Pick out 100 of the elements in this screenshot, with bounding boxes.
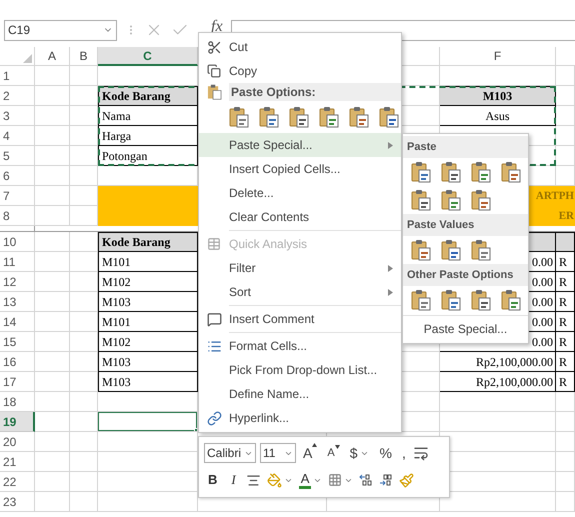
row-header[interactable]: 5 xyxy=(0,146,35,166)
shrink-font-button[interactable]: A xyxy=(324,444,343,462)
clipboard-icon[interactable] xyxy=(411,289,431,311)
row-header[interactable]: 4 xyxy=(0,126,35,146)
grid-cell xyxy=(35,472,70,492)
grid-cell xyxy=(35,232,70,252)
clipboard-icon[interactable] xyxy=(441,239,461,261)
grid-cell xyxy=(35,412,70,432)
increase-decimal-icon[interactable] xyxy=(359,474,374,486)
table-cell: R xyxy=(556,292,575,312)
menu-item[interactable]: Paste Special... xyxy=(199,133,401,157)
name-box[interactable]: C19 xyxy=(4,20,117,40)
font-color-button[interactable]: A xyxy=(298,472,312,488)
clipboard-icon[interactable] xyxy=(411,239,431,261)
row-header[interactable]: 12 xyxy=(0,272,35,292)
row-header[interactable]: 1 xyxy=(0,66,35,86)
merge-icon[interactable] xyxy=(412,445,429,461)
row-header[interactable]: 14 xyxy=(0,312,35,332)
grid-cell xyxy=(556,66,575,86)
copy-icon xyxy=(207,64,221,78)
menu-item[interactable]: Sort xyxy=(199,280,401,304)
currency-button[interactable]: $ xyxy=(346,442,372,464)
row-header[interactable]: 18 xyxy=(0,392,35,412)
fill-color-icon[interactable] xyxy=(266,472,282,488)
row-header[interactable]: 8 xyxy=(0,206,35,226)
menu-item[interactable]: Format Cells... xyxy=(199,334,401,358)
clipboard-icon[interactable] xyxy=(379,106,399,128)
clipboard-icon[interactable] xyxy=(229,106,249,128)
row-header[interactable]: 16 xyxy=(0,352,35,372)
row-header[interactable]: 17 xyxy=(0,372,35,392)
font-name-field[interactable]: Calibri xyxy=(204,443,256,463)
borders-icon[interactable] xyxy=(328,473,342,487)
comment-icon xyxy=(206,312,222,326)
row-header[interactable]: 2 xyxy=(0,86,35,106)
row-header[interactable]: 6 xyxy=(0,166,35,186)
column-header[interactable]: C xyxy=(98,47,198,66)
menu-item[interactable]: Define Name... xyxy=(199,382,401,406)
font-size-field[interactable]: 11 xyxy=(260,443,296,463)
menu-item[interactable]: Pick From Drop-down List... xyxy=(199,358,401,382)
clipboard-icon[interactable] xyxy=(471,161,491,183)
row-header[interactable]: 11 xyxy=(0,252,35,272)
grid-cell xyxy=(35,432,70,452)
table-cell: M103 xyxy=(440,86,556,106)
row-header[interactable]: 10 xyxy=(0,232,35,252)
grid-cell xyxy=(35,86,70,106)
format-button[interactable]: % xyxy=(376,442,395,464)
menu-item[interactable]: Cut xyxy=(199,35,401,59)
menu-item[interactable]: Copy xyxy=(199,59,401,83)
grid-cell xyxy=(70,332,98,352)
grid-cell xyxy=(70,492,98,512)
menu-item[interactable]: Filter xyxy=(199,256,401,280)
clipboard-icon[interactable] xyxy=(259,106,279,128)
row-header[interactable]: 21 xyxy=(0,452,35,472)
clipboard-icon[interactable] xyxy=(349,106,369,128)
clipboard-icon[interactable] xyxy=(471,189,491,211)
clipboard-icon[interactable] xyxy=(471,239,491,261)
grid-cell xyxy=(35,166,70,186)
column-header[interactable]: A xyxy=(35,47,70,66)
italic-button[interactable]: I xyxy=(227,470,240,490)
decrease-decimal-icon[interactable] xyxy=(379,474,394,486)
menu-item[interactable]: Insert Copied Cells... xyxy=(199,157,401,181)
bold-button[interactable]: B xyxy=(204,470,222,490)
menu-item[interactable]: Delete... xyxy=(199,181,401,205)
submenu-arrow-icon xyxy=(388,288,393,296)
row-header[interactable]: 13 xyxy=(0,292,35,312)
menu-item[interactable]: Hyperlink... xyxy=(199,406,401,430)
clipboard-icon[interactable] xyxy=(319,106,339,128)
grid-cell xyxy=(70,292,98,312)
grid-cell xyxy=(70,432,98,452)
clipboard-icon[interactable] xyxy=(411,189,431,211)
row-header[interactable]: 3 xyxy=(0,106,35,126)
grid-cell xyxy=(35,186,70,206)
grid-cell xyxy=(35,146,70,166)
table-cell: Kode Barang xyxy=(98,86,198,106)
clipboard-icon[interactable] xyxy=(441,289,461,311)
row-header[interactable]: 20 xyxy=(0,432,35,452)
row-header[interactable]: 15 xyxy=(0,332,35,352)
row-header[interactable]: 22 xyxy=(0,472,35,492)
clipboard-icon[interactable] xyxy=(501,289,521,311)
column-header[interactable]: F xyxy=(440,47,556,66)
menu-item[interactable]: Clear Contents xyxy=(199,205,401,229)
clipboard-icon[interactable] xyxy=(411,161,431,183)
column-header[interactable]: B xyxy=(70,47,98,66)
menu-section-header: Paste xyxy=(403,136,528,158)
clipboard-icon[interactable] xyxy=(471,289,491,311)
menu-item[interactable]: Insert Comment xyxy=(199,307,401,331)
caret-down-icon xyxy=(334,444,340,449)
clipboard-icon[interactable] xyxy=(289,106,309,128)
clipboard-icon[interactable] xyxy=(441,161,461,183)
align-center-icon[interactable] xyxy=(246,472,261,488)
grid-cell xyxy=(70,126,98,146)
format-button[interactable]: , xyxy=(398,442,409,464)
grid-cell xyxy=(35,126,70,146)
clipboard-icon[interactable] xyxy=(501,161,521,183)
row-header[interactable]: 23 xyxy=(0,492,35,512)
grow-font-button[interactable]: A xyxy=(300,442,320,464)
row-header[interactable]: 7 xyxy=(0,186,35,206)
grid-cell xyxy=(556,412,575,432)
row-header[interactable]: 19 xyxy=(0,412,35,432)
clipboard-icon[interactable] xyxy=(441,189,461,211)
